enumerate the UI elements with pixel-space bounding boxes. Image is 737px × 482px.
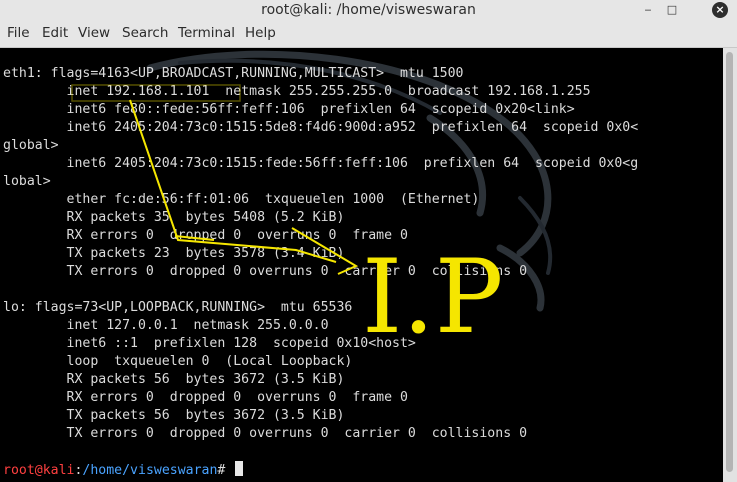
annotation-arrow-line	[129, 99, 337, 263]
menu-search[interactable]: Search	[122, 20, 168, 47]
close-button[interactable]: ×	[712, 2, 728, 18]
maximize-button[interactable]: □	[664, 2, 680, 18]
menu-bar: File Edit View Search Terminal Help	[0, 20, 737, 48]
ip-annotation: I.P	[71, 84, 503, 357]
title-bar[interactable]: root@kali: /home/visweswaran ‒ □ ×	[0, 0, 737, 20]
window-title: root@kali: /home/visweswaran	[261, 2, 476, 18]
menu-view[interactable]: View	[78, 20, 110, 47]
terminal-output-area[interactable]: eth1: flags=4163<UP,BROADCAST,RUNNING,MU…	[0, 48, 723, 482]
minimize-button[interactable]: ‒	[640, 2, 656, 18]
scrollbar-thumb[interactable]	[726, 52, 733, 472]
terminal-window: root@kali: /home/visweswaran ‒ □ × File …	[0, 0, 737, 482]
menu-file[interactable]: File	[7, 20, 30, 47]
ip-highlight-box	[71, 84, 241, 102]
vertical-scrollbar[interactable]	[723, 48, 737, 482]
menu-help[interactable]: Help	[245, 20, 276, 47]
menu-terminal[interactable]: Terminal	[178, 20, 235, 47]
ip-annotation-label: I.P	[362, 238, 503, 357]
menu-edit[interactable]: Edit	[42, 20, 68, 47]
